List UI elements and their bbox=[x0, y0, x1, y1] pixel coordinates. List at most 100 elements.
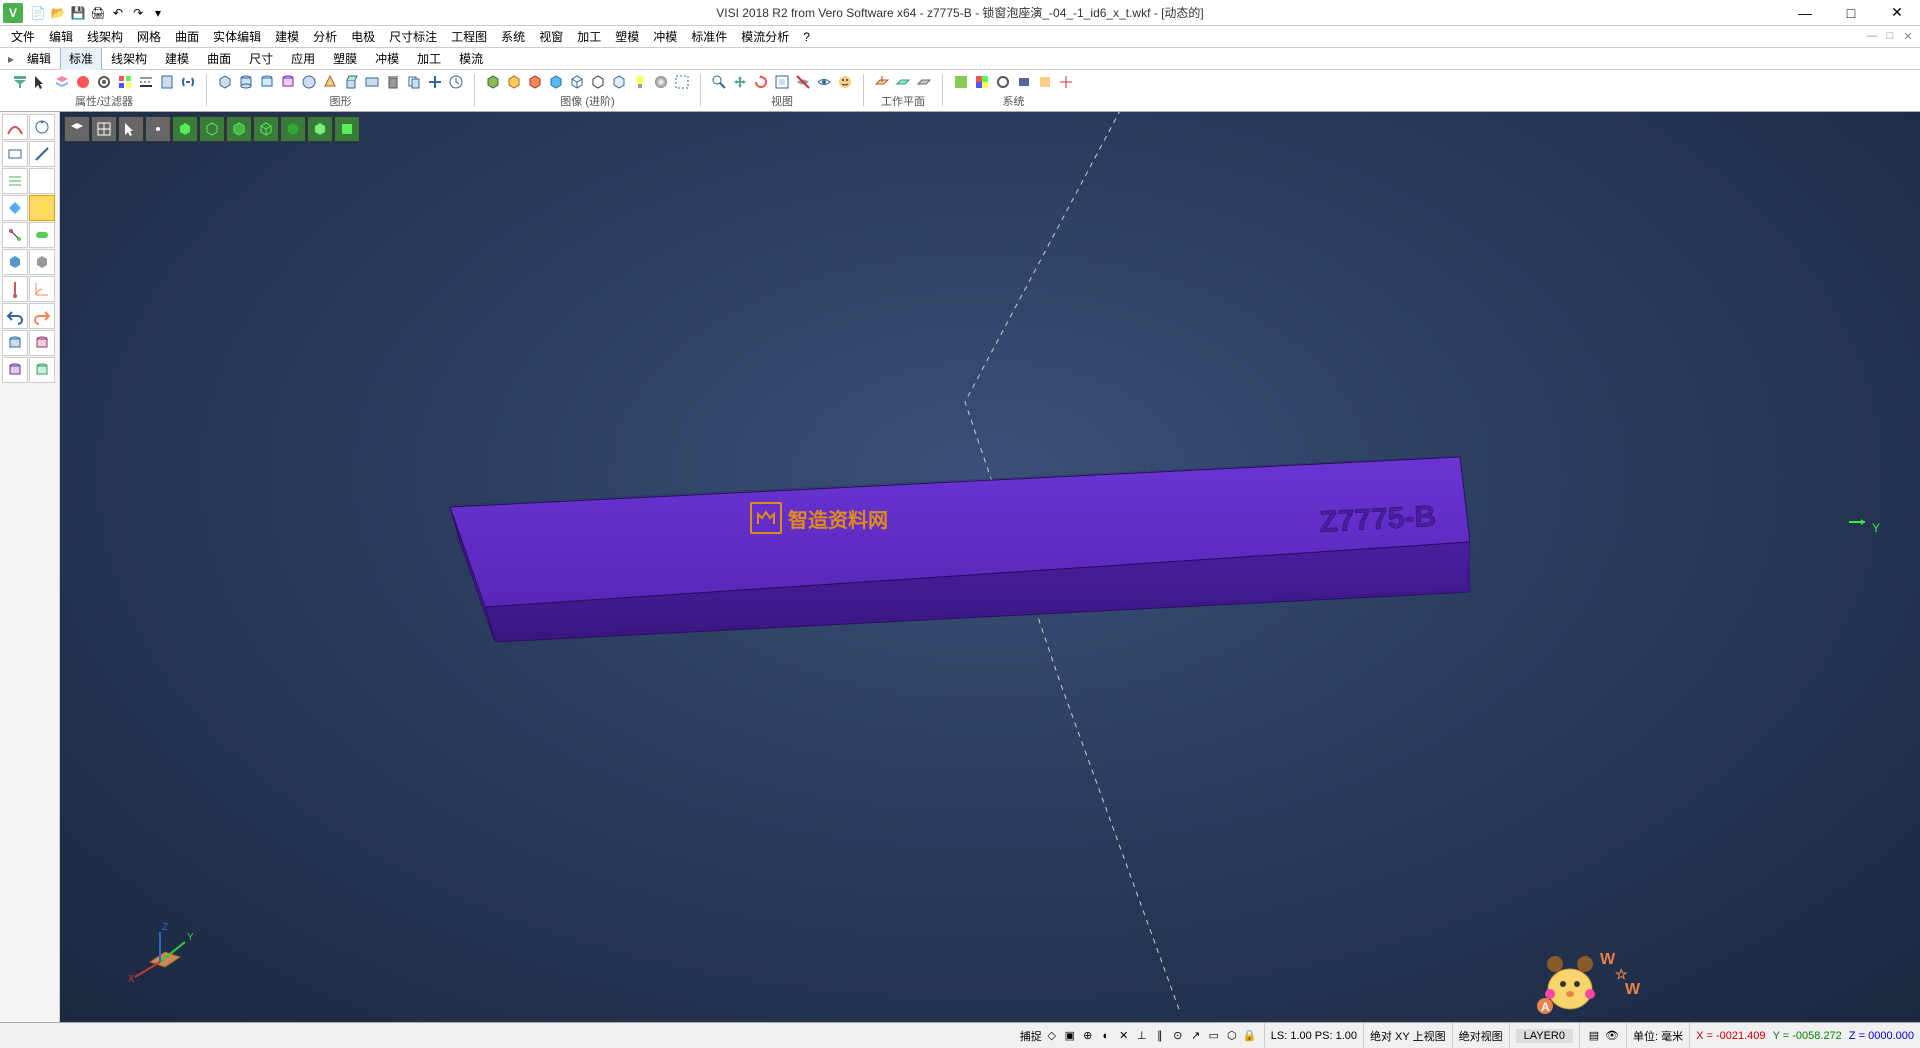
cylinder-tool-icon[interactable] bbox=[2, 330, 28, 356]
undo-icon[interactable]: ↶ bbox=[109, 4, 127, 22]
tab-machining[interactable]: 加工 bbox=[408, 47, 450, 70]
vp-box7-icon[interactable] bbox=[334, 116, 360, 142]
box-icon[interactable] bbox=[215, 72, 235, 92]
menu-analysis[interactable]: 分析 bbox=[306, 26, 344, 47]
menu-electrode[interactable]: 电极 bbox=[344, 26, 382, 47]
tab-chevron-icon[interactable]: ▸ bbox=[4, 52, 18, 66]
menu-model[interactable]: 建模 bbox=[268, 26, 306, 47]
body-icon[interactable] bbox=[29, 249, 55, 275]
select-filter-icon[interactable] bbox=[31, 72, 51, 92]
tab-standard[interactable]: 标准 bbox=[60, 47, 102, 70]
hlr-icon[interactable] bbox=[588, 72, 608, 92]
line-icon[interactable] bbox=[29, 141, 55, 167]
menu-wireframe[interactable]: 线架构 bbox=[80, 26, 130, 47]
cylinder-icon[interactable] bbox=[236, 72, 256, 92]
fit-icon[interactable] bbox=[772, 72, 792, 92]
snap3-icon[interactable]: ⊕ bbox=[1080, 1028, 1096, 1044]
cylinder3-icon[interactable] bbox=[278, 72, 298, 92]
show-icon[interactable] bbox=[814, 72, 834, 92]
rotate-tool-icon[interactable] bbox=[29, 114, 55, 140]
status-layer[interactable]: LAYER0 bbox=[1509, 1023, 1579, 1048]
render4-icon[interactable] bbox=[546, 72, 566, 92]
print-icon[interactable]: 🖨 bbox=[89, 4, 107, 22]
wp1-icon[interactable] bbox=[872, 72, 892, 92]
render3-icon[interactable] bbox=[525, 72, 545, 92]
menu-solidedit[interactable]: 实体编辑 bbox=[206, 26, 268, 47]
snap5-icon[interactable]: ✕ bbox=[1116, 1028, 1132, 1044]
layer-icon[interactable] bbox=[52, 72, 72, 92]
pan-icon[interactable] bbox=[730, 72, 750, 92]
menu-drawing[interactable]: 工程图 bbox=[444, 26, 494, 47]
config-icon[interactable] bbox=[94, 72, 114, 92]
move-icon[interactable] bbox=[425, 72, 445, 92]
menu-help[interactable]: ? bbox=[796, 28, 817, 46]
history-icon[interactable] bbox=[446, 72, 466, 92]
mdi-minimize-icon[interactable]: — bbox=[1864, 30, 1880, 43]
sphere-icon[interactable] bbox=[299, 72, 319, 92]
wp2-icon[interactable] bbox=[893, 72, 913, 92]
probe-icon[interactable] bbox=[2, 276, 28, 302]
redo-icon[interactable]: ↷ bbox=[129, 4, 147, 22]
redo-tool-icon[interactable] bbox=[29, 303, 55, 329]
tab-edit[interactable]: 编辑 bbox=[18, 47, 60, 70]
menu-surface[interactable]: 曲面 bbox=[168, 26, 206, 47]
menu-mould[interactable]: 塑模 bbox=[608, 26, 646, 47]
angle-icon[interactable] bbox=[29, 276, 55, 302]
highlight-icon[interactable] bbox=[29, 195, 55, 221]
maximize-button[interactable]: □ bbox=[1828, 0, 1874, 26]
model[interactable]: Z7775-B bbox=[410, 442, 1470, 642]
rotate-icon[interactable] bbox=[751, 72, 771, 92]
menu-standard[interactable]: 标准件 bbox=[684, 26, 734, 47]
offset-icon[interactable] bbox=[2, 168, 28, 194]
vp-box5-icon[interactable] bbox=[280, 116, 306, 142]
cylinder3-tool-icon[interactable] bbox=[2, 357, 28, 383]
material-icon[interactable] bbox=[651, 72, 671, 92]
menu-file[interactable]: 文件 bbox=[4, 26, 42, 47]
snap11-icon[interactable]: ⬡ bbox=[1224, 1028, 1240, 1044]
menu-die[interactable]: 冲模 bbox=[646, 26, 684, 47]
cylinder4-tool-icon[interactable] bbox=[29, 357, 55, 383]
snap9-icon[interactable]: ↗ bbox=[1188, 1028, 1204, 1044]
mdi-close-icon[interactable]: ✕ bbox=[1900, 30, 1916, 43]
minimize-button[interactable]: — bbox=[1782, 0, 1828, 26]
menu-edit[interactable]: 编辑 bbox=[42, 26, 80, 47]
render1-icon[interactable] bbox=[483, 72, 503, 92]
mdi-restore-icon[interactable]: □ bbox=[1882, 30, 1898, 43]
color-icon[interactable] bbox=[73, 72, 93, 92]
face-icon[interactable] bbox=[835, 72, 855, 92]
palette-icon[interactable] bbox=[115, 72, 135, 92]
vp-layers-icon[interactable] bbox=[64, 116, 90, 142]
tab-model[interactable]: 建模 bbox=[156, 47, 198, 70]
vp-box2-icon[interactable] bbox=[199, 116, 225, 142]
status-abs[interactable]: 绝对 XY 上视图 bbox=[1363, 1023, 1452, 1048]
wp3-icon[interactable] bbox=[914, 72, 934, 92]
menu-system[interactable]: 系统 bbox=[494, 26, 532, 47]
layer-eye-icon[interactable]: 👁 bbox=[1604, 1028, 1620, 1044]
status-absview[interactable]: 绝对视图 bbox=[1452, 1023, 1509, 1048]
sys2-icon[interactable] bbox=[972, 72, 992, 92]
filter-icon[interactable] bbox=[10, 72, 30, 92]
viewport[interactable]: Z7775-B 智造资料网 Y Y X Z W bbox=[60, 112, 1920, 1022]
menu-machining[interactable]: 加工 bbox=[570, 26, 608, 47]
status-ls[interactable]: LS: 1.00 PS: 1.00 bbox=[1264, 1023, 1363, 1048]
linestyle-icon[interactable] bbox=[136, 72, 156, 92]
layer-filter-icon[interactable]: ▤ bbox=[1586, 1028, 1602, 1044]
delete-icon[interactable] bbox=[383, 72, 403, 92]
menu-window[interactable]: 视窗 bbox=[532, 26, 570, 47]
vp-sel-icon[interactable] bbox=[118, 116, 144, 142]
sys5-icon[interactable] bbox=[1035, 72, 1055, 92]
sys1-icon[interactable] bbox=[951, 72, 971, 92]
cylinder2-icon[interactable] bbox=[257, 72, 277, 92]
sys4-icon[interactable] bbox=[1014, 72, 1034, 92]
tab-surface[interactable]: 曲面 bbox=[198, 47, 240, 70]
tab-application[interactable]: 应用 bbox=[282, 47, 324, 70]
zoom-icon[interactable] bbox=[709, 72, 729, 92]
save-icon[interactable]: 💾 bbox=[69, 4, 87, 22]
fill-icon[interactable] bbox=[2, 195, 28, 221]
connect-icon[interactable] bbox=[2, 222, 28, 248]
open-icon[interactable]: 📂 bbox=[49, 4, 67, 22]
tab-die[interactable]: 冲模 bbox=[366, 47, 408, 70]
dropdown-icon[interactable]: ▾ bbox=[149, 4, 167, 22]
new-icon[interactable]: 📄 bbox=[29, 4, 47, 22]
curve-icon[interactable] bbox=[2, 114, 28, 140]
